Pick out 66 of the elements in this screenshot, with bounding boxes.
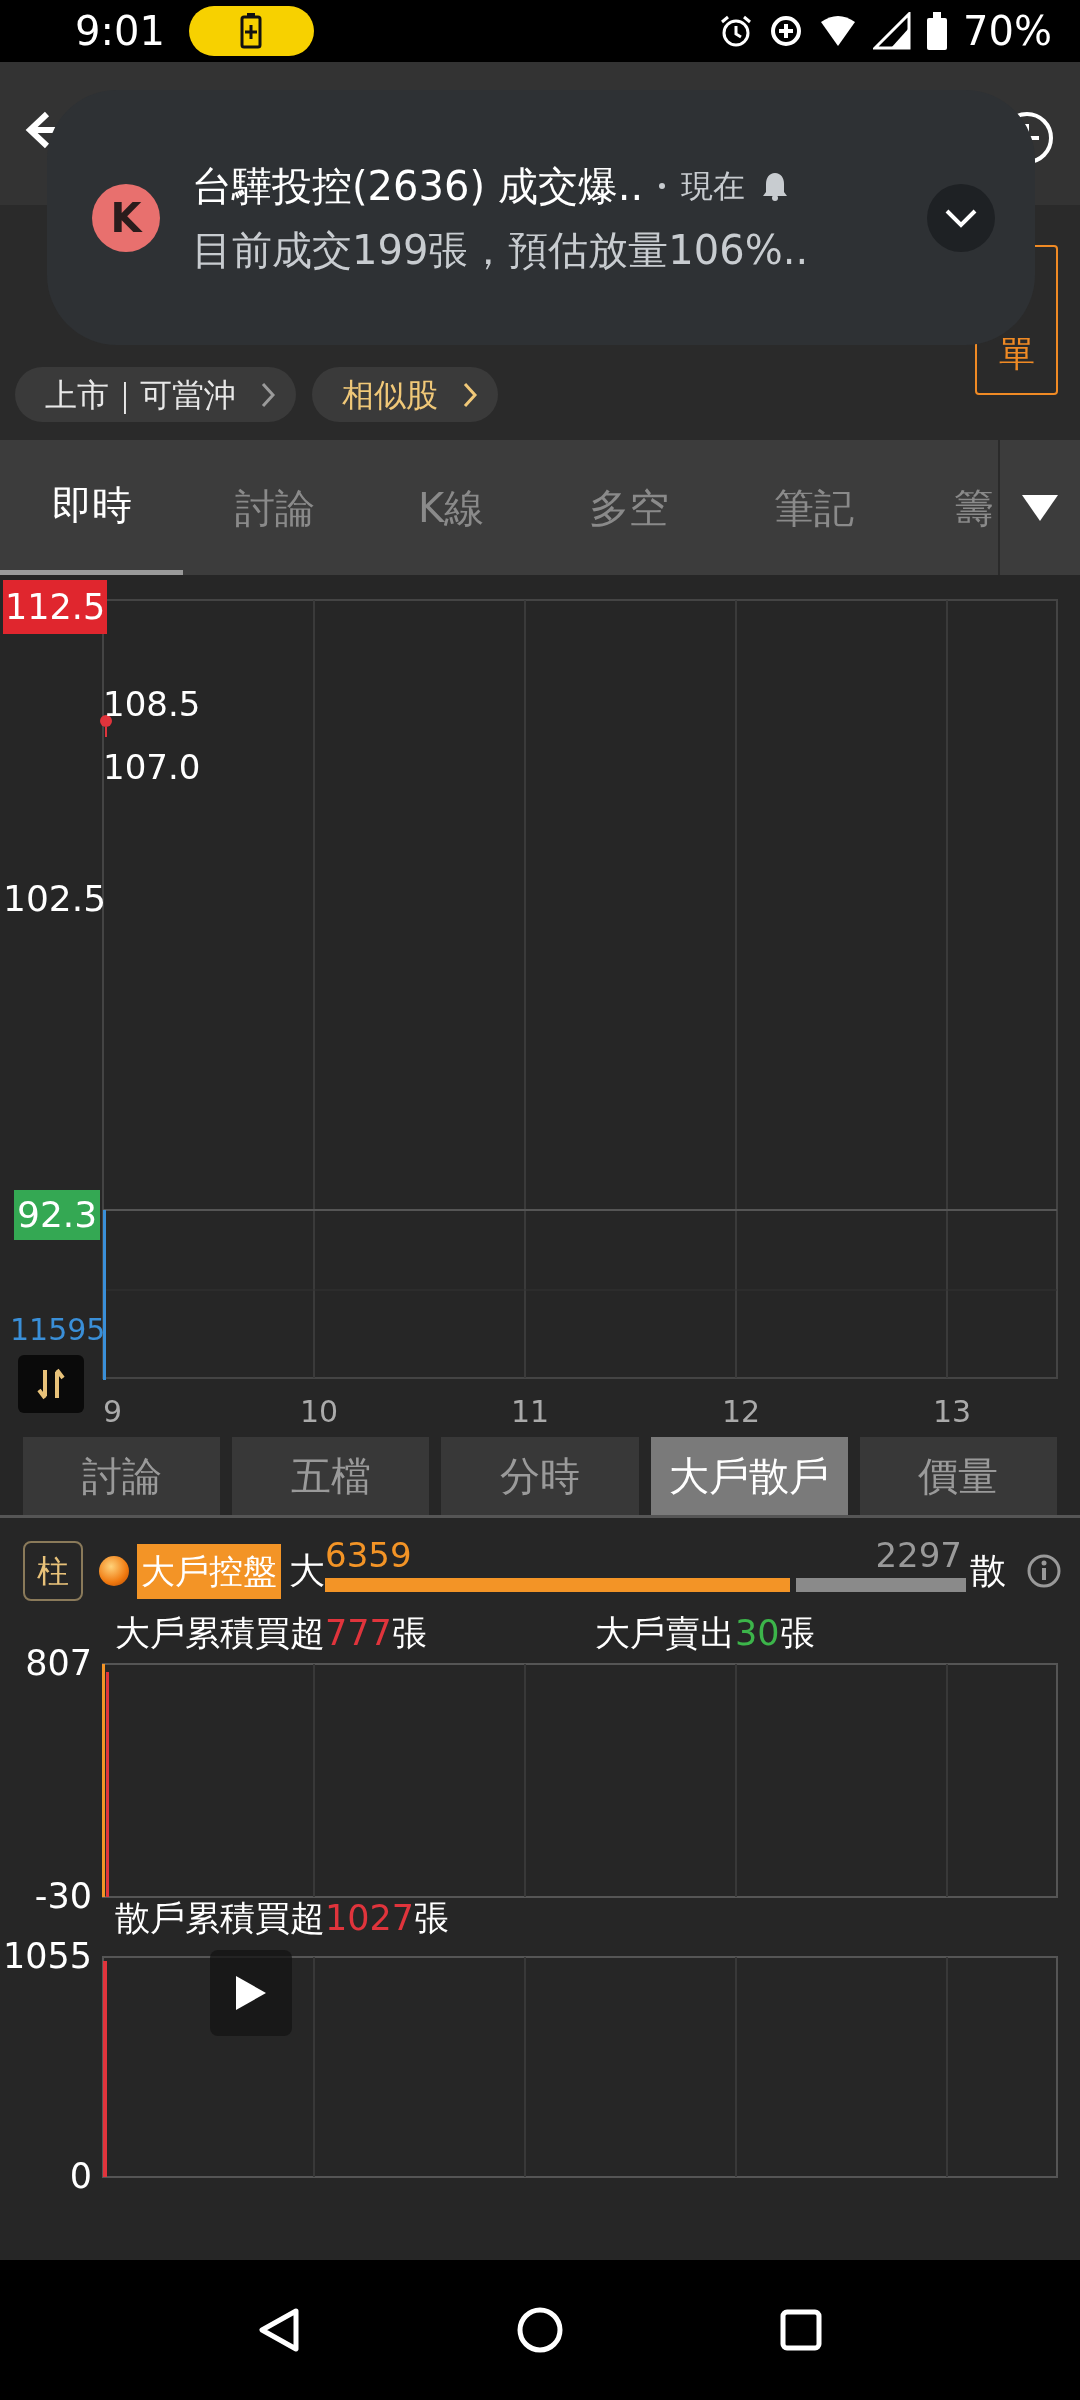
- low-price: 107.0: [103, 750, 201, 784]
- alarm-icon: [719, 14, 754, 48]
- stat-text: 大戶賣出30張: [595, 1612, 815, 1654]
- app-logo-icon: K: [92, 183, 160, 252]
- volume-label: 11595: [10, 1315, 106, 1345]
- order-button[interactable]: 單: [975, 245, 1058, 395]
- similar-stocks-chip[interactable]: 相似股: [312, 367, 498, 422]
- separator-dot: [659, 182, 666, 189]
- toggle-button[interactable]: [18, 1355, 84, 1413]
- home-icon[interactable]: [517, 2307, 563, 2353]
- axis-label: 9: [103, 1397, 123, 1427]
- battery-charging-icon: [240, 13, 263, 49]
- signal-icon: [873, 12, 912, 50]
- battery-percent: 70%: [963, 7, 1052, 56]
- high-price: 108.5: [103, 687, 201, 721]
- limit-down-price: 92.3: [14, 1190, 101, 1240]
- control-badge: 大戶控盤: [137, 1543, 281, 1599]
- clock-time: 9:01: [75, 7, 165, 56]
- limit-up-price: 112.5: [3, 580, 108, 634]
- market-info-chip[interactable]: 上市｜可當沖: [15, 367, 296, 422]
- axis-label: 10: [300, 1397, 339, 1427]
- wifi-icon: [819, 14, 858, 48]
- stat-text: 散戶累積買超1027張: [115, 1897, 450, 1939]
- tab[interactable]: 大戶散戶: [650, 1437, 848, 1515]
- chart-mode-button[interactable]: 柱: [23, 1541, 83, 1601]
- tab[interactable]: 多空: [536, 440, 721, 575]
- notification-title: 台驊投控(2636) 成交爆..: [192, 161, 644, 211]
- axis-label: 11: [511, 1397, 550, 1427]
- axis-label: 13: [933, 1397, 972, 1427]
- tab[interactable]: 即時: [0, 440, 183, 575]
- tab[interactable]: 分時: [441, 1437, 639, 1515]
- recents-icon[interactable]: [779, 2309, 822, 2351]
- tab[interactable]: 筆記: [721, 440, 906, 575]
- battery-icon: [927, 12, 948, 50]
- chevron-right-icon: [260, 380, 276, 409]
- axis-label: 0: [69, 2159, 92, 2194]
- axis-label: 807: [25, 1646, 92, 1681]
- axis-label: 1055: [2, 1939, 92, 1974]
- ball-icon: [99, 1556, 129, 1586]
- axis-label: 102.5: [3, 881, 107, 917]
- big-value: 6359: [325, 1538, 412, 1572]
- small-value: 2297: [875, 1538, 962, 1572]
- chevron-down-icon: [944, 207, 978, 228]
- bell-icon: [761, 170, 790, 201]
- play-button[interactable]: [210, 1950, 292, 2036]
- small-label: 散: [970, 1549, 1006, 1593]
- back-icon[interactable]: [258, 2307, 301, 2353]
- tab[interactable]: 籌: [906, 440, 998, 575]
- stat-text: 大戶累積買超777張: [115, 1612, 427, 1654]
- tab[interactable]: 討論: [183, 440, 366, 575]
- notification-time: 現在: [681, 165, 746, 207]
- info-icon[interactable]: [1026, 1553, 1062, 1589]
- notification-text: 目前成交199張，預估放量106%..: [192, 225, 810, 275]
- data-saver-icon: [769, 14, 804, 48]
- price-dot: [100, 715, 112, 739]
- play-icon: [236, 1976, 266, 2010]
- tab[interactable]: 五檔: [232, 1437, 430, 1515]
- dropdown-triangle-icon[interactable]: [1022, 494, 1058, 521]
- tab[interactable]: K線: [366, 440, 536, 575]
- big-label: 大: [289, 1549, 325, 1593]
- tab[interactable]: 價量: [859, 1437, 1057, 1515]
- swap-arrows-icon: [36, 1366, 66, 1402]
- axis-label: 12: [722, 1397, 761, 1427]
- chevron-right-icon: [462, 380, 478, 409]
- tab[interactable]: 討論: [23, 1437, 221, 1515]
- axis-label: -30: [34, 1879, 92, 1914]
